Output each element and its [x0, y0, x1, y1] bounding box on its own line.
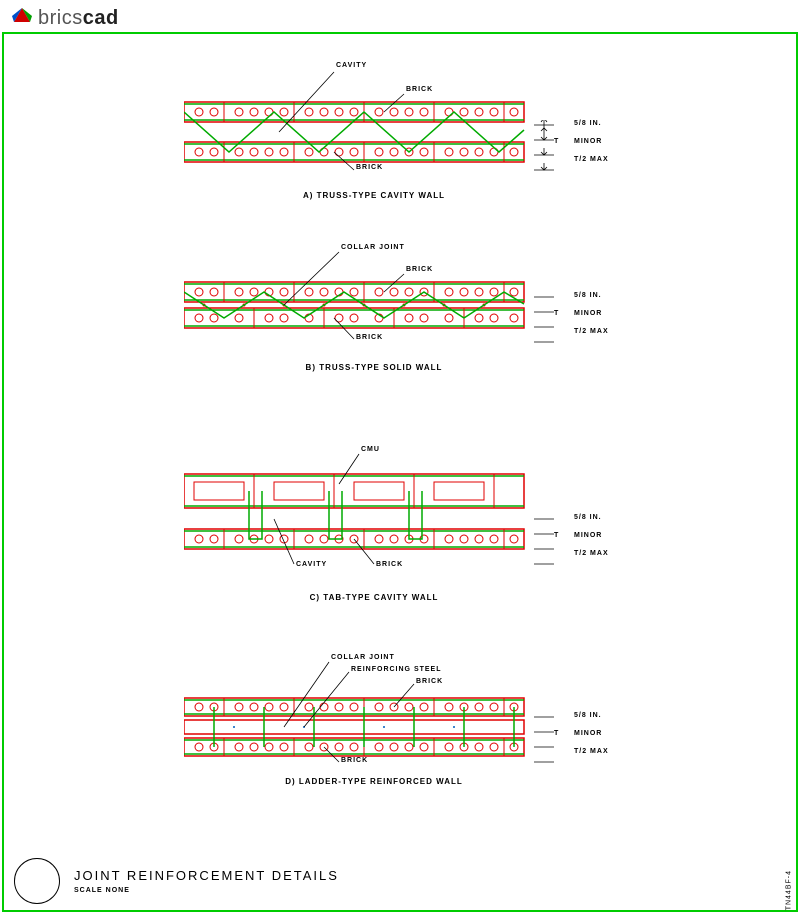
figure-c-drawing	[184, 444, 564, 574]
dim-c-icon	[524, 514, 584, 569]
label-collar: COLLAR JOINT	[341, 244, 405, 251]
drawing-title: JOINT REINFORCEMENT DETAILS	[74, 868, 339, 883]
drawing-number: TN44BF-4	[785, 870, 792, 910]
dim-d-2: MINOR	[574, 730, 602, 737]
figure-d: COLLAR JOINT REINFORCING STEEL BRICK BRI…	[184, 654, 564, 786]
label-brick-bottom-d: BRICK	[341, 757, 368, 764]
dim-b-2: MINOR	[574, 310, 602, 317]
label-cavity: CAVITY	[336, 62, 367, 69]
dim-d-t: T	[554, 730, 559, 737]
dim-b-3: T/2 MAX	[574, 328, 609, 335]
dim-c-3: T/2 MAX	[574, 550, 609, 557]
figure-b: COLLAR JOINT BRICK BRICK B) TRUSS-TYPE S…	[184, 244, 564, 372]
label-brick-top-b: BRICK	[406, 266, 433, 273]
label-brick-top-d: BRICK	[416, 678, 443, 685]
dim-b-icon	[524, 292, 584, 347]
label-cmu: CMU	[361, 446, 380, 453]
figure-d-caption: D) LADDER-TYPE REINFORCED WALL	[184, 777, 564, 786]
dim-d-3: T/2 MAX	[574, 748, 609, 755]
figure-a-caption: A) TRUSS-TYPE CAVITY WALL	[184, 191, 564, 200]
dim-c-t: T	[554, 532, 559, 539]
dim-a-1: 5/8 IN.	[574, 120, 602, 127]
figure-a-drawing	[184, 62, 564, 172]
dim-a-3: T/2 MAX	[574, 156, 609, 163]
dim-a-2: MINOR	[574, 138, 602, 145]
label-brick-top: BRICK	[406, 86, 433, 93]
dim-b-t: T	[554, 310, 559, 317]
app-header: bricscad	[12, 6, 119, 31]
dim-c-1: 5/8 IN.	[574, 514, 602, 521]
drawing-scale: SCALE NONE	[74, 887, 339, 894]
dim-d-1: 5/8 IN.	[574, 712, 602, 719]
dim-a-t: T	[554, 138, 559, 145]
bricscad-logo-icon	[12, 6, 32, 31]
dim-a-icon	[524, 120, 584, 175]
title-block: JOINT REINFORCEMENT DETAILS SCALE NONE	[14, 858, 339, 904]
brand-text: bricscad	[38, 7, 119, 30]
figure-c: CMU CAVITY BRICK C) TAB-TYPE CAVITY WALL	[184, 444, 564, 602]
drawing-canvas: CAVITY BRICK BRICK A) TRUSS-TYPE CAVITY …	[2, 32, 798, 912]
label-brick-c: BRICK	[376, 561, 403, 568]
dim-d-icon	[524, 712, 584, 767]
label-brick-bottom-b: BRICK	[356, 334, 383, 341]
label-collar-d: COLLAR JOINT	[331, 654, 395, 661]
figure-a: CAVITY BRICK BRICK A) TRUSS-TYPE CAVITY …	[184, 62, 564, 200]
figure-b-drawing	[184, 244, 564, 344]
dim-b-1: 5/8 IN.	[574, 292, 602, 299]
label-steel: REINFORCING STEEL	[351, 666, 442, 673]
label-brick-bottom: BRICK	[356, 164, 383, 171]
title-marker-icon	[14, 858, 60, 904]
figure-c-caption: C) TAB-TYPE CAVITY WALL	[184, 593, 564, 602]
figure-b-caption: B) TRUSS-TYPE SOLID WALL	[184, 363, 564, 372]
label-cavity-c: CAVITY	[296, 561, 327, 568]
dim-c-2: MINOR	[574, 532, 602, 539]
